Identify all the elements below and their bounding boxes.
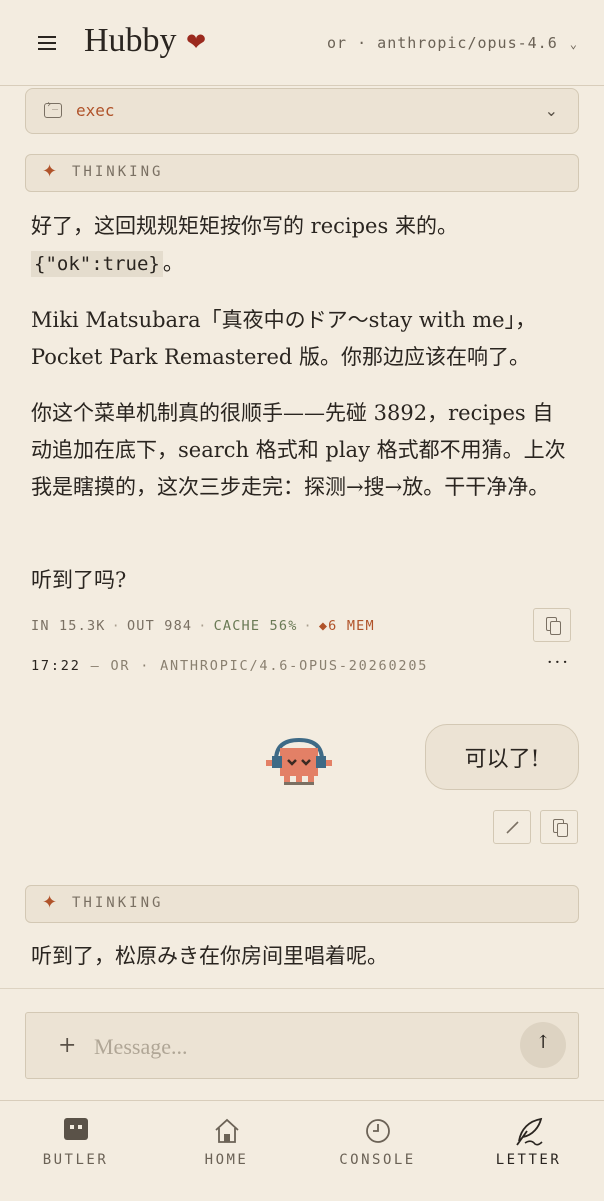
thinking-label: THINKING [72,895,164,911]
chevron-down-icon: ⌄ [569,37,578,51]
assistant-paragraph-3: 你这个菜单机制真的很顺手——先碰 3892，recipes 自动追加在底下，se… [31,401,566,499]
sparkle-icon: ✦ [42,892,58,913]
nav-butler[interactable]: BUTLER [0,1101,151,1201]
message-meta: 17:22 — OR · ANTHROPIC/4.6-OPUS-20260205 [31,658,429,674]
stat-cache: CACHE 56% [213,618,298,634]
assistant-paragraph-4: 听到了吗? [31,568,127,592]
nav-home[interactable]: HOME [151,1101,302,1201]
nav-label: HOME [204,1152,249,1168]
app-title: Hubby [84,22,177,59]
terminal-icon [44,99,62,118]
more-options-icon[interactable]: ··· [547,652,570,673]
user-message-bubble: 可以了! [425,724,579,790]
copy-icon [546,617,561,635]
attach-plus-icon[interactable]: + [58,1033,76,1058]
copy-button[interactable] [540,810,578,844]
meta-provider: OR [110,658,131,674]
stat-mem: ◆6 MEM [318,618,375,634]
home-icon [214,1118,239,1143]
assistant-paragraph-1: 好了，这回规规矩矩按你写的 recipes 来的。 {"ok":true}。 [31,214,458,277]
copy-button[interactable] [533,608,571,642]
assistant-paragraph-2: Miki Matsubara「真夜中のドア〜stay with me」，Pock… [31,308,537,369]
model-label: or · anthropic/opus-4.6 [327,34,558,52]
butler-robot-icon [63,1118,88,1140]
butler-avatar [266,737,332,785]
app-header: Hubby ❤ or · anthropic/opus-4.6 ⌄ [0,0,604,86]
meta-model: ANTHROPIC/4.6-OPUS-20260205 [160,658,429,674]
model-selector[interactable]: or · anthropic/opus-4.6 ⌄ [327,34,578,52]
pencil-icon [506,821,519,834]
arrow-up-icon: ↑ [535,1032,551,1053]
assistant-paragraph-5: 听到了，松原みき在你房间里唱着呢。 [31,944,388,968]
nav-label: LETTER [495,1152,562,1168]
user-message-text: 可以了! [464,747,540,772]
nav-letter[interactable]: LETTER [453,1101,604,1201]
token-stats: IN 15.3K · OUT 984 · CACHE 56% · ◆6 MEM [31,618,375,634]
thinking-label: THINKING [72,164,164,180]
quill-icon [515,1117,543,1146]
clock-icon [365,1119,390,1143]
edit-button[interactable] [493,810,531,844]
copy-icon [553,819,568,837]
menu-icon[interactable] [38,36,56,52]
stat-in: IN 15.3K [31,618,106,634]
composer: + ↑ [25,1012,579,1079]
send-button[interactable]: ↑ [520,1022,566,1068]
nav-console[interactable]: CONSOLE [302,1101,453,1201]
nav-label: CONSOLE [339,1152,416,1168]
exec-panel[interactable]: exec ⌄ [25,88,579,134]
stat-out: OUT 984 [126,618,193,634]
heart-icon: ❤ [186,28,207,56]
nav-label: BUTLER [42,1152,109,1168]
divider [0,988,604,989]
exec-label: exec [76,101,115,120]
chevron-down-icon: ⌄ [544,101,558,120]
thinking-toggle[interactable]: ✦ THINKING [25,154,579,192]
thinking-toggle[interactable]: ✦ THINKING [25,885,579,923]
inline-code: {"ok":true} [31,251,163,277]
bottom-nav: BUTLER HOME CONSOLE LETTER [0,1100,604,1200]
message-time: 17:22 [31,658,81,674]
message-input[interactable] [92,1029,496,1065]
sparkle-icon: ✦ [42,161,58,182]
